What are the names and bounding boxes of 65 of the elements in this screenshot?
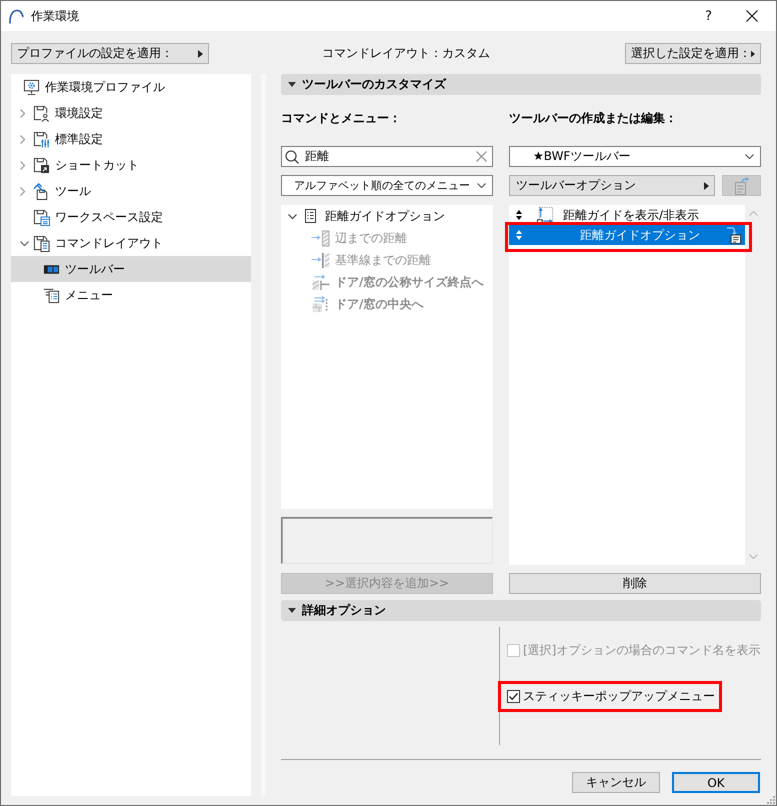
- window-title: 作業環境: [31, 8, 79, 24]
- arrow-to-edge-icon: [311, 230, 330, 246]
- drag-handle-icon[interactable]: [516, 230, 522, 240]
- floppy-sliders-icon: [33, 130, 50, 148]
- clear-icon[interactable]: [476, 151, 487, 162]
- column-label: ツールバーの作成または編集：: [509, 110, 677, 126]
- floppy-window-icon: [33, 208, 50, 226]
- triangle-down-icon[interactable]: [288, 608, 296, 613]
- chevron-right-icon[interactable]: [20, 160, 25, 170]
- tree-item[interactable]: 標準設定: [11, 126, 251, 152]
- caret-right-icon: [751, 50, 755, 58]
- chevron-right-icon[interactable]: [20, 186, 25, 196]
- triangle-down-icon[interactable]: [288, 82, 296, 87]
- floppy-shortcut-icon: [33, 156, 50, 174]
- search-icon: [285, 150, 299, 164]
- chevron-right-icon[interactable]: [20, 108, 25, 118]
- dialog-button[interactable]: OK: [672, 772, 760, 793]
- arc-logo-icon: [8, 8, 24, 24]
- monitor-gear-icon: [23, 78, 40, 96]
- chevron-down-icon[interactable]: [20, 240, 29, 246]
- tree-item[interactable]: ツールバー: [11, 256, 251, 282]
- checkbox[interactable]: [507, 690, 520, 703]
- toolbar-options-button[interactable]: ツールバーオプション: [509, 175, 715, 196]
- arrow-door-end-icon: [311, 274, 330, 290]
- layout-status-text: コマンドレイアウト：カスタム: [322, 46, 490, 60]
- chevron-down-icon: [745, 154, 754, 159]
- apply-selected-button[interactable]: 選択した設定を適用：: [625, 43, 761, 64]
- chevron-down-icon: [477, 183, 486, 188]
- list-document-icon: [305, 209, 316, 223]
- hammer-floppy-icon: [33, 182, 50, 200]
- arrow-door-center-icon: [311, 296, 330, 312]
- caret-right-icon: [704, 182, 709, 190]
- delete-button[interactable]: 削除: [509, 573, 761, 594]
- apply-profile-button[interactable]: プロファイルの設定を適用：: [11, 43, 209, 64]
- tree-item[interactable]: ショートカット: [11, 152, 251, 178]
- command-group-item[interactable]: 距離ガイドオプション: [281, 205, 493, 227]
- toolbar-item[interactable]: 距離ガイドを表示/非表示: [509, 205, 745, 225]
- menu-list-icon: [43, 286, 60, 304]
- tree-item[interactable]: ツール: [11, 178, 251, 204]
- help-button[interactable]: ?: [705, 8, 712, 24]
- toolbar-dropdown[interactable]: ★BWFツールバー: [509, 146, 761, 167]
- chevron-down-icon[interactable]: [288, 214, 297, 218]
- floppy-person-icon: [33, 104, 50, 122]
- tree-item[interactable]: 作業環境プロファイル: [11, 74, 251, 100]
- floppy-list-icon: [33, 234, 50, 252]
- arrow-to-line-icon: [311, 252, 330, 268]
- menu-filter-dropdown[interactable]: アルファベット順の全てのメニュー: [281, 175, 493, 196]
- tree-item[interactable]: メニュー: [11, 282, 251, 308]
- checkbox-label[interactable]: スティッキーポップアップメニュー: [523, 688, 715, 705]
- document-arrow-icon: [734, 176, 750, 194]
- resize-grip-icon[interactable]: [767, 796, 775, 804]
- column-label: コマンドとメニュー：: [281, 110, 402, 126]
- tree-item[interactable]: ワークスペース設定: [11, 204, 251, 230]
- section-header[interactable]: 詳細オプション: [281, 600, 761, 621]
- chevron-right-icon[interactable]: [20, 134, 25, 144]
- tree-item[interactable]: 環境設定: [11, 100, 251, 126]
- toolbar-item[interactable]: 距離ガイドオプション: [509, 225, 745, 245]
- section-header[interactable]: ツールバーのカスタマイズ: [281, 74, 761, 95]
- tree-item[interactable]: コマンドレイアウト: [11, 230, 251, 256]
- close-icon[interactable]: [746, 10, 758, 22]
- caret-right-icon: [198, 50, 203, 58]
- drag-handle-icon[interactable]: [516, 210, 522, 220]
- search-field[interactable]: 距離: [281, 146, 493, 167]
- arrow-document-icon: [726, 226, 741, 244]
- dialog-button[interactable]: キャンセル: [572, 772, 660, 793]
